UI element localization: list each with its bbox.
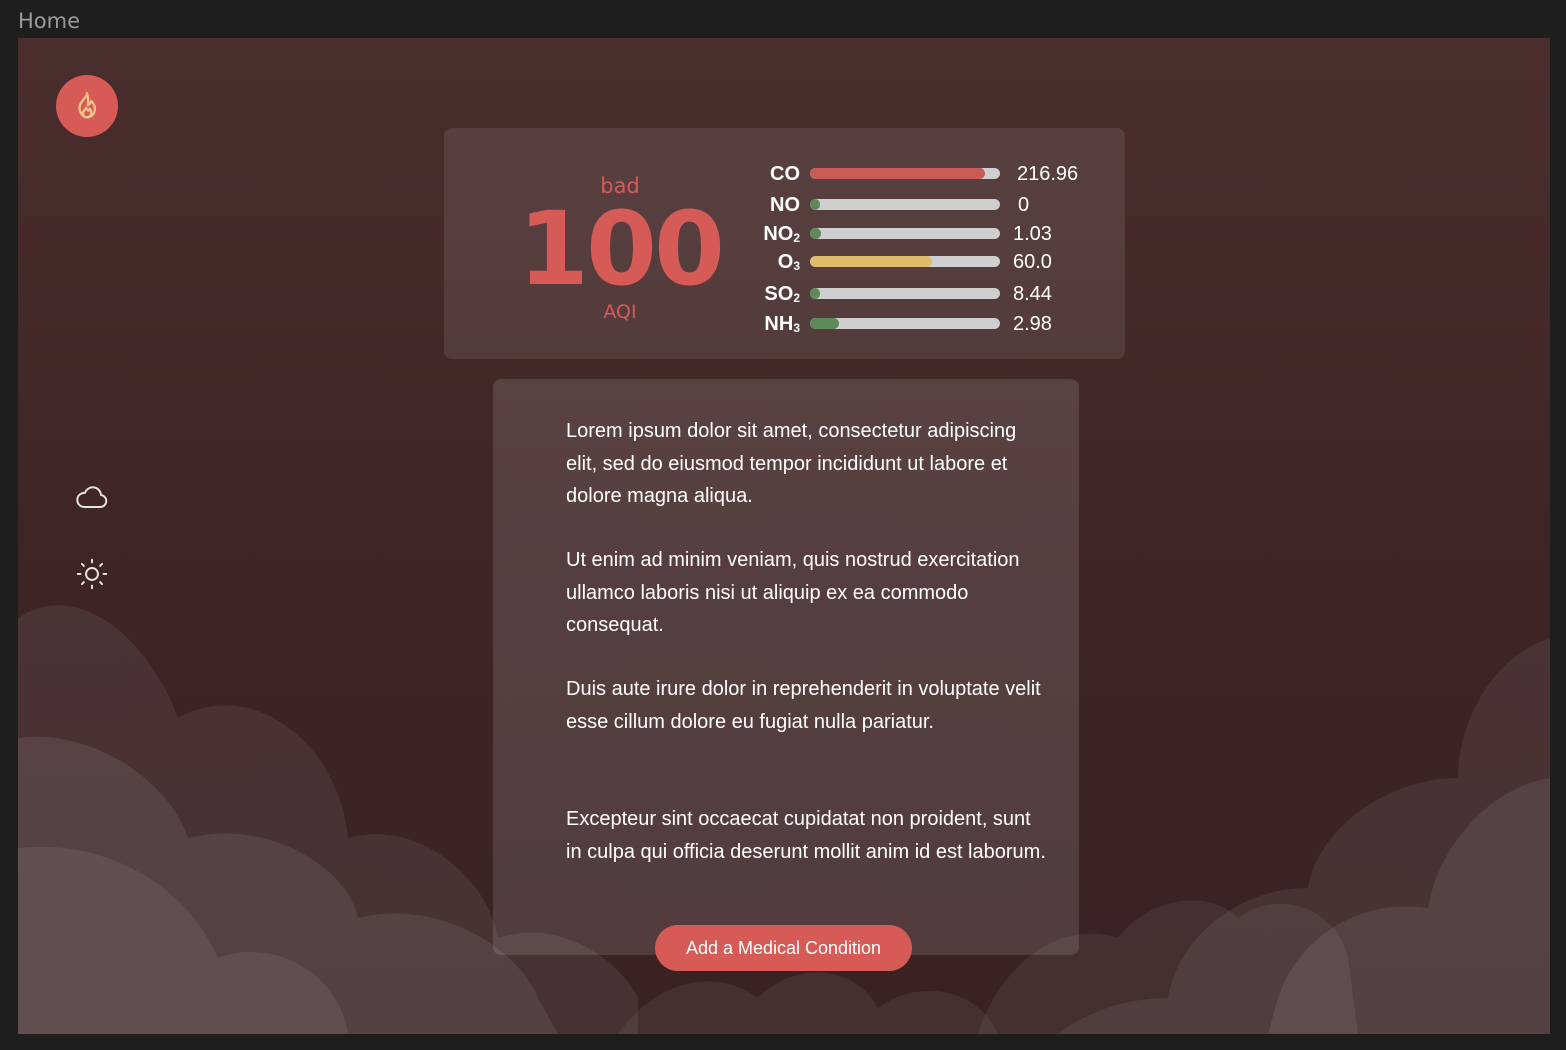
pollutant-name: CO [770, 163, 800, 185]
pollutant-row-co: CO 216.96 [744, 161, 1104, 189]
pollutant-level-fill [810, 168, 985, 179]
pollutant-name: NO2 [763, 223, 800, 245]
fire-button[interactable] [56, 75, 118, 137]
info-paragraph: Ut enim ad minim veniam, quis nostrud ex… [566, 549, 1020, 636]
pollutant-name: O3 [777, 251, 800, 273]
pollutant-level-bar [810, 168, 1000, 179]
window-title: Home [18, 9, 81, 33]
info-paragraph: Excepteur sint occaecat cupidatat non pr… [566, 808, 1046, 863]
pollutant-level-fill [810, 199, 820, 210]
pollutant-name: NH3 [764, 313, 800, 335]
info-paragraph: Duis aute irure dolor in reprehenderit i… [566, 678, 1041, 733]
pollutant-level-bar [810, 228, 1000, 239]
pollutant-level-fill [810, 318, 839, 329]
pollutant-level-bar [810, 256, 1000, 267]
pollutant-row-no: NO 0 [744, 192, 1104, 220]
pollutant-level-bar [810, 318, 1000, 329]
pollutant-value: 2.98 [1013, 313, 1052, 335]
info-paragraph: Lorem ipsum dolor sit amet, consectetur … [566, 420, 1017, 507]
pollutant-value: 216.96 [1017, 163, 1079, 185]
pollutant-level-fill [810, 228, 822, 239]
pollutant-level-bar [810, 288, 1000, 299]
pollutant-level-fill [810, 256, 932, 267]
pollutant-level-fill [810, 288, 820, 299]
flame-icon [78, 92, 96, 119]
info-card: Lorem ipsum dolor sit amet, consectetur … [493, 379, 1079, 955]
pollutant-name: NO [770, 194, 800, 216]
pollutant-row-o3: O3 60.0 [744, 249, 1104, 277]
pollutant-value: 0 [1018, 194, 1030, 216]
pollutant-value: 60.0 [1013, 251, 1052, 273]
add-medical-condition-button[interactable]: Add a Medical Condition [655, 925, 912, 971]
aqi-card: bad 100 AQI CO 216.96 NO 0 NO2 1.03 O3 6… [444, 128, 1125, 359]
pollutant-row-nh3: NH3 2.98 [744, 311, 1104, 339]
pollutant-value: 1.03 [1013, 223, 1052, 245]
cloud-nav-button[interactable] [74, 480, 110, 516]
pollutant-value: 8.44 [1013, 283, 1052, 305]
sun-nav-button[interactable] [74, 556, 110, 592]
pollutant-row-no2: NO2 1.03 [744, 221, 1104, 249]
cloud-icon [76, 486, 108, 508]
app-canvas: bad 100 AQI CO 216.96 NO 0 NO2 1.03 O3 6… [18, 38, 1550, 1034]
pollutant-level-bar [810, 199, 1000, 210]
pollutant-row-so2: SO2 8.44 [744, 281, 1104, 309]
sun-icon [76, 558, 108, 590]
pollutant-name: SO2 [764, 283, 800, 305]
